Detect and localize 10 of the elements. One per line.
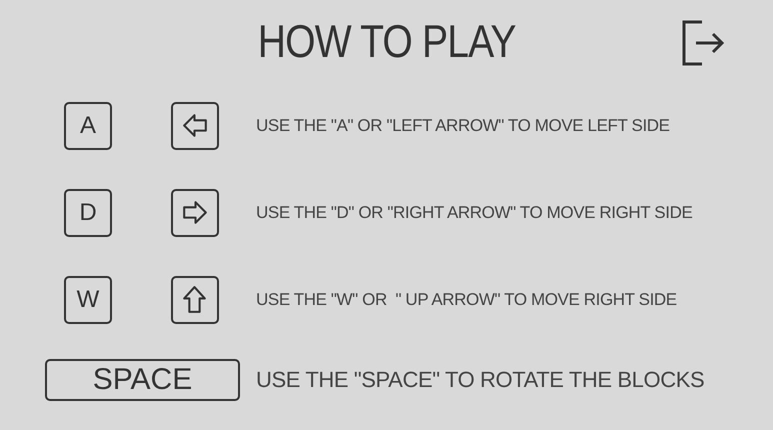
space-key: SPACE [45, 359, 240, 401]
instruction-text: USE THE "W" OR " UP ARROW" TO MOVE RIGHT SIDE [256, 290, 678, 310]
letter-key: W [64, 276, 112, 324]
instruction-text: USE THE "D" OR "RIGHT ARROW" TO MOVE RIGHT SIDE [256, 202, 694, 222]
page-title: HOW TO PLAY [258, 14, 516, 68]
exit-icon[interactable] [680, 18, 726, 68]
letter-key: A [64, 102, 112, 150]
instruction-text: USE THE "SPACE" TO ROTATE THE BLOCKS [256, 367, 706, 393]
letter-key: D [64, 188, 112, 236]
instruction-text: USE THE "A" OR "LEFT ARROW" TO MOVE LEFT SIDE [256, 116, 671, 136]
